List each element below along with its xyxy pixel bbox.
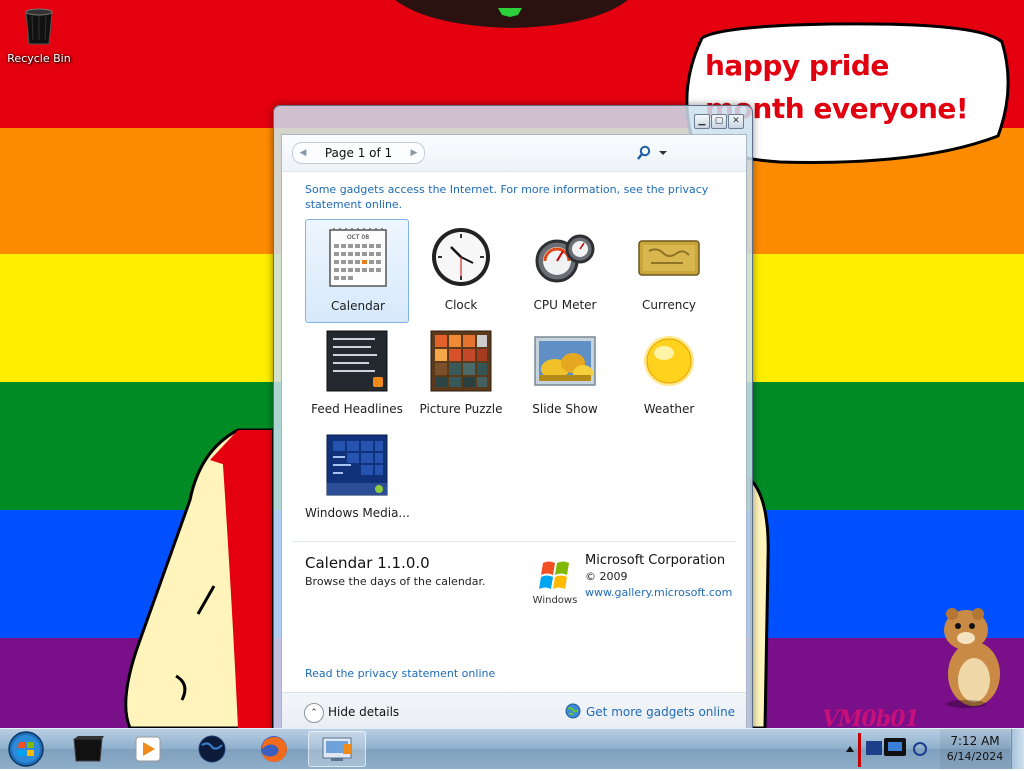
- gadget-cpu-meter[interactable]: CPU Meter: [513, 219, 617, 323]
- previous-page-button[interactable]: ◀: [293, 143, 313, 163]
- details-copyright: © 2009: [585, 570, 628, 583]
- globe-app-icon: [198, 735, 226, 763]
- gadget-grid: OCT 08 Calendar Clock CPU Meter Currency…: [305, 219, 721, 531]
- page-navigator: ◀ Page 1 of 1 ▶: [292, 142, 425, 164]
- maximize-button[interactable]: ▢: [711, 114, 727, 129]
- close-button[interactable]: ✕: [728, 114, 744, 129]
- taskbar: 7:12 AM 6/14/2024: [0, 728, 1024, 769]
- details-separator: [292, 541, 736, 542]
- calendar-icon: OCT 08: [329, 228, 387, 287]
- taskbar-gadgets-window[interactable]: [308, 731, 366, 767]
- gadget-gallery-window: ▁ ▢ ✕ ◀ Page 1 of 1 ▶ Some gadgets acces…: [273, 105, 753, 735]
- feed-headlines-icon: [326, 330, 388, 392]
- gadget-clock[interactable]: Clock: [409, 219, 513, 323]
- start-button[interactable]: [6, 730, 46, 768]
- gadget-label: Windows Media...: [305, 506, 410, 520]
- internet-info-text: Some gadgets access the Internet. For mo…: [305, 183, 709, 211]
- details-publisher: Microsoft Corporation: [585, 553, 726, 568]
- globe-icon: [565, 703, 581, 719]
- gadget-label: Calendar: [331, 299, 385, 313]
- windows-logo-text: Windows: [533, 595, 578, 605]
- gadget-picture-puzzle[interactable]: Picture Puzzle: [409, 323, 513, 427]
- show-desktop-button[interactable]: [1011, 729, 1024, 769]
- recycle-bin[interactable]: Recycle Bin: [4, 6, 74, 65]
- chevron-up-icon: ⌃: [310, 708, 318, 718]
- gadget-label: Weather: [643, 402, 695, 416]
- search-icon: [637, 145, 667, 160]
- currency-icon: [638, 240, 700, 276]
- gadget-windows-media[interactable]: Windows Media...: [305, 427, 410, 531]
- details-title: Calendar 1.1.0.0: [305, 554, 430, 572]
- gadget-feed-headlines[interactable]: Feed Headlines: [305, 323, 409, 427]
- details-description: Browse the days of the calendar.: [305, 575, 486, 588]
- command-prompt-icon: [73, 736, 104, 762]
- gadget-weather[interactable]: Weather: [617, 323, 721, 427]
- minimize-button[interactable]: ▁: [694, 114, 710, 129]
- hide-details-button[interactable]: ⌃: [304, 703, 324, 723]
- taskbar-media-player[interactable]: [122, 731, 174, 767]
- clock-icon: [432, 228, 490, 286]
- recycle-bin-label: Recycle Bin: [7, 52, 71, 65]
- gadget-currency[interactable]: Currency: [617, 219, 721, 323]
- clock-date: 6/14/2024: [946, 750, 1004, 763]
- page-indicator: Page 1 of 1: [324, 146, 393, 160]
- gadget-slide-show[interactable]: Slide Show: [513, 323, 617, 427]
- gallery-toolbar: ◀ Page 1 of 1 ▶: [282, 135, 746, 172]
- system-tray: [846, 733, 927, 767]
- gadget-label: Currency: [641, 298, 697, 312]
- weather-icon: [644, 336, 694, 386]
- recycle-bin-icon: [25, 8, 53, 45]
- clock-time: 7:12 AM: [950, 734, 1000, 748]
- next-page-button[interactable]: ▶: [404, 143, 424, 163]
- taskbar-clock[interactable]: 7:12 AM 6/14/2024: [940, 729, 1010, 769]
- details-url-link[interactable]: www.gallery.microsoft.com: [585, 586, 732, 599]
- gadget-label: Picture Puzzle: [419, 402, 503, 416]
- picture-puzzle-icon: [430, 330, 492, 392]
- cpu-meter-icon: [535, 234, 595, 283]
- gadget-calendar[interactable]: OCT 08 Calendar: [305, 219, 409, 323]
- get-more-gadgets-link[interactable]: Get more gadgets online: [586, 705, 735, 719]
- gadget-label: Slide Show: [532, 402, 598, 416]
- gadget-label: Clock: [444, 298, 478, 312]
- slide-show-icon: [534, 336, 596, 386]
- firefox-icon: [261, 736, 287, 762]
- windows-media-icon: [326, 434, 388, 496]
- calendar-icon-month: OCT 08: [347, 234, 369, 241]
- gallery-footer: ⌃ Hide details Get more gadgets online: [282, 692, 746, 733]
- gadget-label: Feed Headlines: [311, 402, 403, 416]
- windows-logo-icon: Windows: [533, 561, 578, 605]
- hide-details-label[interactable]: Hide details: [328, 705, 399, 719]
- taskbar-command-prompt[interactable]: [62, 731, 114, 767]
- gadget-label: CPU Meter: [533, 298, 597, 312]
- caption-buttons: ▁ ▢ ✕: [694, 114, 744, 129]
- privacy-statement-link[interactable]: Read the privacy statement online: [305, 667, 495, 680]
- media-player-icon: [135, 736, 161, 762]
- taskbar-globe-app[interactable]: [186, 731, 238, 767]
- taskbar-firefox[interactable]: [248, 731, 300, 767]
- hamster-icon: [944, 608, 1000, 708]
- gallery-content: ◀ Page 1 of 1 ▶ Some gadgets access the …: [281, 134, 747, 734]
- gadgets-window-icon: [322, 737, 352, 761]
- search-button[interactable]: [634, 143, 672, 163]
